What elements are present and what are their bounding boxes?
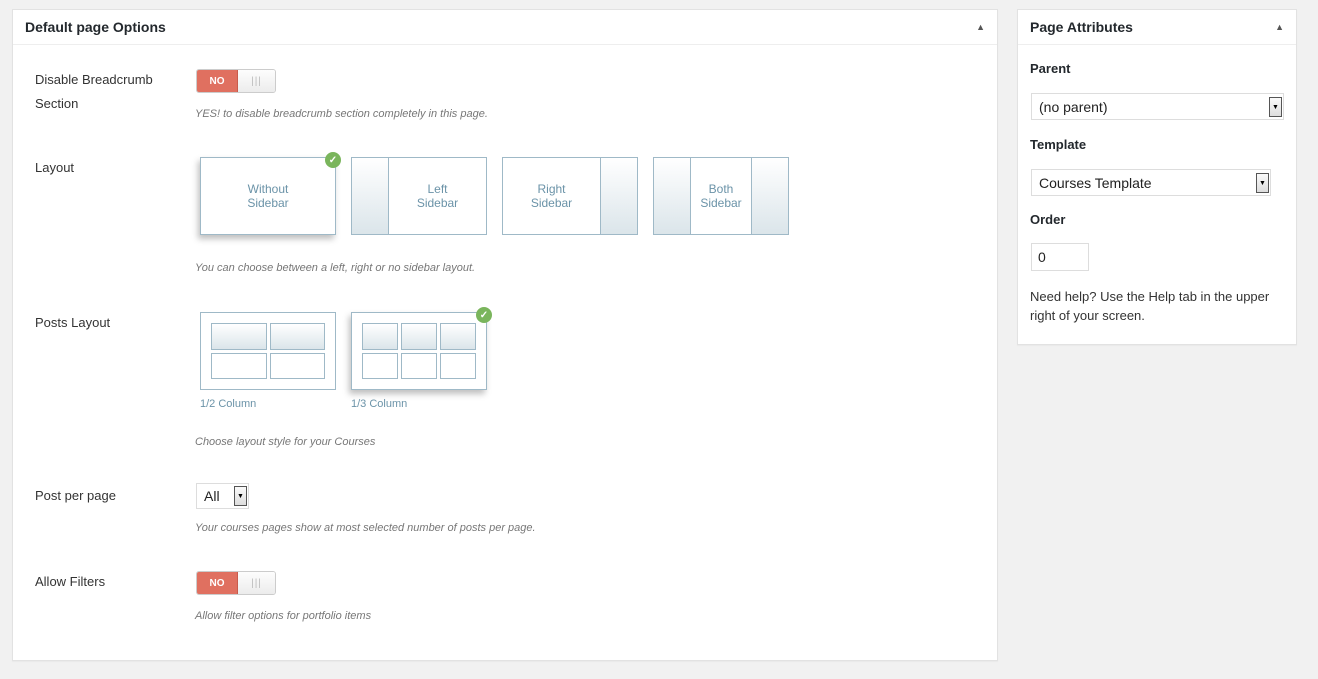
arrow-down-icon[interactable]: ▼ bbox=[234, 486, 247, 506]
three-column-grid-icon bbox=[362, 323, 476, 379]
posts-layout-half-column-option[interactable] bbox=[200, 312, 336, 390]
post-per-page-label: Post per page bbox=[35, 488, 116, 503]
post-per-page-select[interactable]: All ▼ bbox=[196, 483, 249, 509]
default-page-options-box: Default page Options ▲ Disable Breadcrum… bbox=[12, 9, 998, 661]
layout-option-line1: Right bbox=[537, 182, 566, 196]
posts-layout-label: Posts Layout bbox=[35, 315, 111, 330]
allow-filters-toggle-switch[interactable]: NO ||| bbox=[196, 571, 276, 595]
left-sidebar-block bbox=[654, 158, 691, 234]
posts-layout-third-column-option[interactable]: ✓ bbox=[351, 307, 492, 390]
post-per-page-description: Your courses pages show at most selected… bbox=[195, 522, 536, 534]
breadcrumb-label: Disable Breadcrumb Section bbox=[35, 68, 175, 116]
layout-option-text: Left Sidebar bbox=[389, 158, 486, 234]
layout-left-sidebar-option[interactable]: Left Sidebar bbox=[351, 157, 487, 235]
posts-layout-third-caption: 1/3 Column bbox=[351, 398, 408, 410]
layout-description: You can choose between a left, right or … bbox=[195, 262, 476, 274]
switch-off-label: NO bbox=[197, 572, 238, 594]
layout-option-line2: Sidebar bbox=[416, 196, 459, 210]
box-header: Page Attributes ▲ bbox=[1018, 10, 1296, 45]
allow-filters-label: Allow Filters bbox=[35, 574, 106, 589]
order-label: Order bbox=[1030, 212, 1066, 227]
box-header: Default page Options ▲ bbox=[13, 10, 997, 45]
two-column-grid-icon bbox=[211, 323, 325, 379]
post-per-page-value: All bbox=[204, 488, 220, 504]
collapse-triangle-icon[interactable]: ▲ bbox=[1275, 22, 1284, 32]
checkmark-icon: ✓ bbox=[325, 152, 341, 168]
template-label: Template bbox=[1030, 137, 1087, 152]
parent-value: (no parent) bbox=[1039, 98, 1108, 115]
posts-layout-description: Choose layout style for your Courses bbox=[195, 436, 376, 448]
checkmark-icon: ✓ bbox=[476, 307, 492, 323]
box-title: Default page Options bbox=[25, 19, 166, 35]
help-text: Need help? Use the Help tab in the upper… bbox=[1030, 289, 1270, 323]
parent-select[interactable]: (no parent) ▼ bbox=[1031, 93, 1284, 120]
box-title: Page Attributes bbox=[1030, 19, 1133, 35]
layout-option-line2: Sidebar bbox=[700, 196, 742, 210]
layout-label: Layout bbox=[35, 160, 75, 175]
arrow-down-icon[interactable]: ▼ bbox=[1256, 173, 1269, 193]
arrow-down-icon[interactable]: ▼ bbox=[1269, 97, 1282, 117]
breadcrumb-toggle-switch[interactable]: NO ||| bbox=[196, 69, 276, 93]
breadcrumb-description: YES! to disable breadcrumb section compl… bbox=[195, 108, 488, 120]
breadcrumb-label-line2: Section bbox=[35, 96, 79, 111]
left-sidebar-block bbox=[352, 158, 389, 234]
collapse-triangle-icon[interactable]: ▲ bbox=[976, 22, 985, 32]
page-attributes-box: Page Attributes ▲ Parent (no parent) ▼ T… bbox=[1017, 9, 1297, 345]
layout-option-line1: Left bbox=[427, 182, 448, 196]
layout-right-sidebar-option[interactable]: Right Sidebar bbox=[502, 157, 638, 235]
parent-label: Parent bbox=[1030, 61, 1071, 76]
layout-option-line2: Sidebar bbox=[530, 196, 573, 210]
layout-both-sidebar-option[interactable]: Both Sidebar bbox=[653, 157, 789, 235]
switch-grip-icon: ||| bbox=[238, 70, 275, 92]
layout-option-line1: Both bbox=[708, 182, 734, 196]
layout-option-text: Without Sidebar bbox=[201, 158, 335, 234]
template-select[interactable]: Courses Template ▼ bbox=[1031, 169, 1271, 196]
template-value: Courses Template bbox=[1039, 174, 1152, 191]
switch-grip-icon: ||| bbox=[238, 572, 275, 594]
layout-option-text: Both Sidebar bbox=[691, 158, 751, 234]
order-input[interactable] bbox=[1031, 243, 1089, 271]
layout-option-line2: Sidebar bbox=[247, 196, 289, 210]
switch-off-label: NO bbox=[197, 70, 238, 92]
layout-option-text: Right Sidebar bbox=[503, 158, 600, 234]
allow-filters-description: Allow filter options for portfolio items bbox=[195, 610, 372, 622]
right-sidebar-block bbox=[600, 158, 637, 234]
posts-layout-half-caption: 1/2 Column bbox=[200, 398, 257, 410]
right-sidebar-block bbox=[751, 158, 788, 234]
breadcrumb-label-line1: Disable Breadcrumb bbox=[35, 72, 153, 87]
layout-without-sidebar-option[interactable]: Without Sidebar ✓ bbox=[200, 152, 341, 235]
layout-option-line1: Without bbox=[247, 182, 289, 196]
